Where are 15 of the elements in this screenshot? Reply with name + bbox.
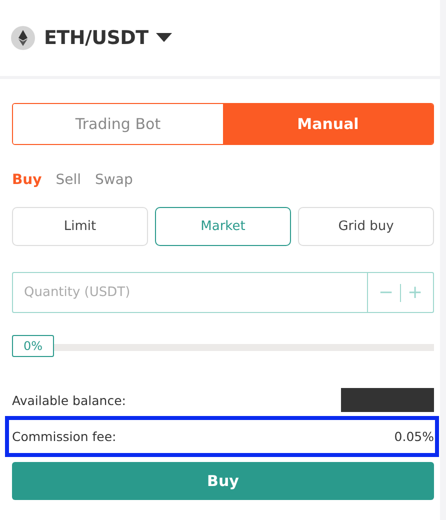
order-type-button[interactable]: Market <box>155 207 291 246</box>
row-value: 0.05% <box>394 429 434 444</box>
slider-handle[interactable]: 0% <box>12 335 54 357</box>
ethereum-coin-icon <box>10 25 36 51</box>
mode-tab[interactable]: Manual <box>223 104 433 144</box>
side-tab[interactable]: Swap <box>95 172 133 188</box>
side-tab[interactable]: Buy <box>12 172 42 188</box>
side-tab[interactable]: Sell <box>56 172 82 188</box>
order-type-button[interactable]: Limit <box>12 207 148 246</box>
caret-icon[interactable] <box>156 33 172 43</box>
row-label: Commission fee: <box>12 429 116 444</box>
pair-title[interactable]: ETH/USDT <box>44 27 148 49</box>
buy-button[interactable]: Buy <box>12 462 434 500</box>
order-type-button[interactable]: Grid buy <box>298 207 434 246</box>
row-label: Available balance: <box>12 392 126 408</box>
